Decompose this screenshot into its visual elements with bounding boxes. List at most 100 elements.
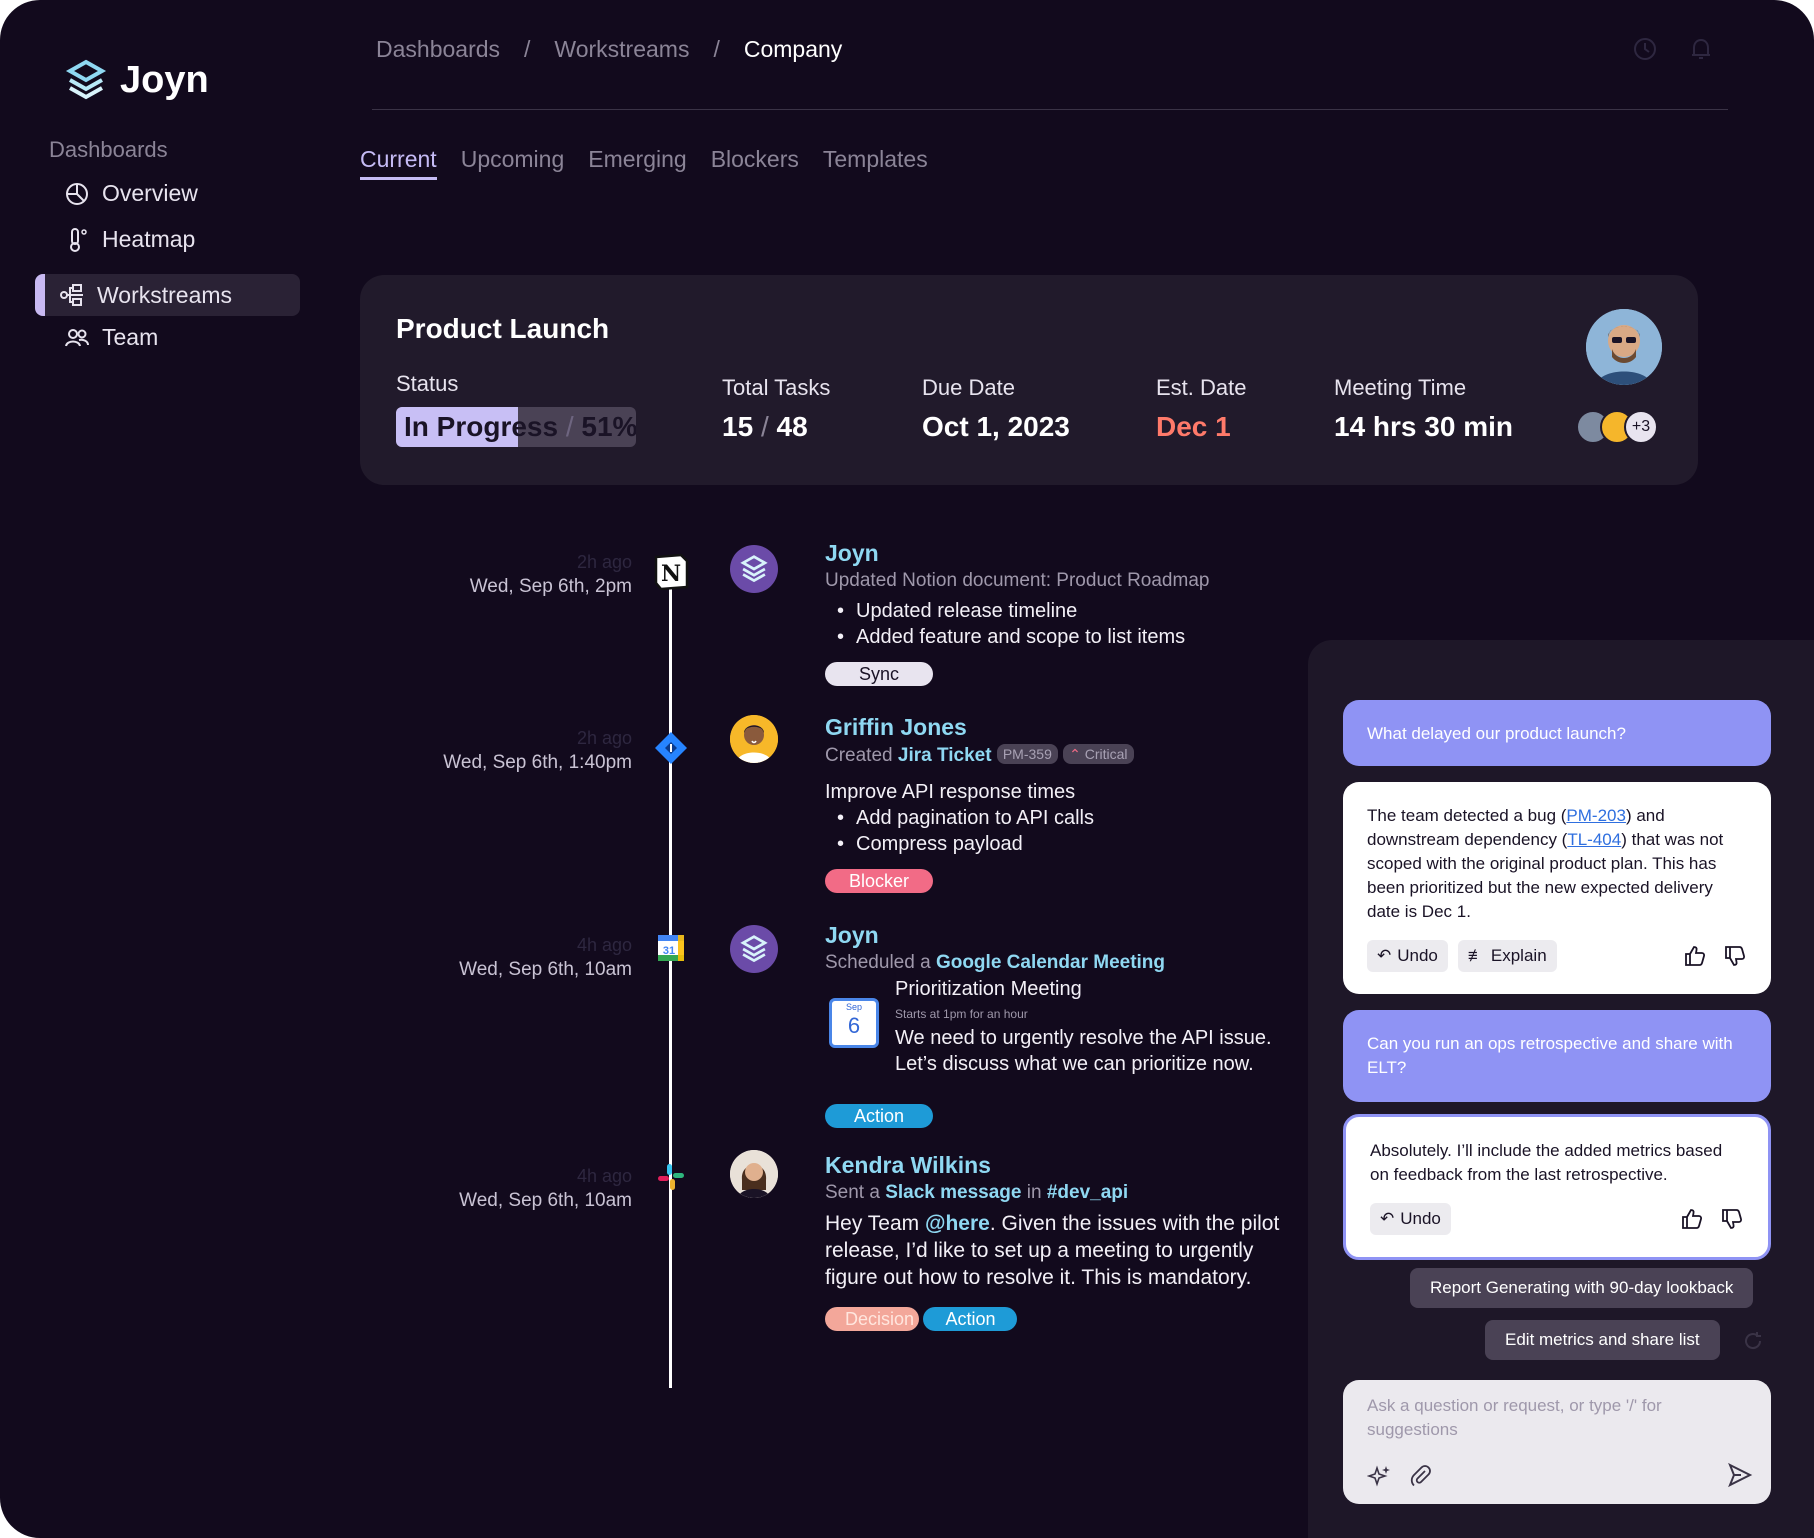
slack-channel-link[interactable]: #dev_api <box>1047 1182 1128 1203</box>
sidebar-item-heatmap[interactable]: Heatmap <box>64 226 195 253</box>
send-icon[interactable] <box>1727 1462 1753 1488</box>
person-avatar-icon <box>1586 309 1662 385</box>
user-message: Can you run an ops retrospective and sha… <box>1343 1010 1771 1102</box>
chat-input-placeholder: Ask a question or request, or type '/' f… <box>1367 1396 1662 1439</box>
breadcrumb-workstreams[interactable]: Workstreams <box>554 36 689 63</box>
logo[interactable]: Joyn <box>64 58 209 102</box>
thumbs-up-icon[interactable] <box>1680 1207 1704 1231</box>
event-author[interactable]: Griffin Jones <box>825 714 1305 741</box>
google-calendar-link[interactable]: Google Calendar Meeting <box>936 952 1165 973</box>
decision-tag[interactable]: Decision <box>825 1307 919 1331</box>
event-time-ago: 2h ago <box>576 552 632 572</box>
tab-upcoming[interactable]: Upcoming <box>461 146 565 180</box>
event-date: Wed, Sep 6th, 10am <box>459 1190 632 1211</box>
sparkle-icon[interactable] <box>1367 1464 1391 1488</box>
tab-blockers[interactable]: Blockers <box>711 146 799 180</box>
tasks-total: 48 <box>776 411 808 442</box>
pm-203-link[interactable]: PM-203 <box>1566 806 1626 825</box>
action-tag[interactable]: Action <box>825 1104 933 1128</box>
event-summary-prefix: Created <box>825 745 893 766</box>
total-tasks-label: Total Tasks <box>722 375 831 400</box>
meeting-time-value: 14 hrs 30 min <box>1334 411 1513 442</box>
refresh-icon[interactable] <box>1742 1330 1764 1352</box>
suggestion-edit-metrics-button[interactable]: Edit metrics and share list <box>1485 1320 1720 1360</box>
owner-avatar[interactable] <box>1586 309 1662 385</box>
timeline-event[interactable]: Joyn Scheduled a Google Calendar Meeting… <box>825 922 1305 1128</box>
sidebar-item-workstreams[interactable]: Workstreams <box>35 274 300 316</box>
sidebar-item-overview[interactable]: Overview <box>64 180 198 207</box>
chat-input[interactable]: Ask a question or request, or type '/' f… <box>1343 1380 1771 1504</box>
est-date-label: Est. Date <box>1156 375 1247 400</box>
assistant-chat-panel: What delayed our product launch? The tea… <box>1308 640 1814 1538</box>
sidebar-item-label: Heatmap <box>102 226 196 252</box>
history-icon[interactable] <box>1632 36 1658 62</box>
event-summary: Sent a Slack message in #dev_api <box>825 1182 1305 1204</box>
assistant-message-text: The team detected a bug (PM-203) and dow… <box>1367 804 1747 924</box>
status-text: In Progress <box>404 411 559 442</box>
assistant-message-text: Absolutely. I’ll include the added metri… <box>1370 1141 1723 1184</box>
workstream-card[interactable]: Product Launch Status In Progress / 51% … <box>360 275 1698 485</box>
event-summary: Updated Notion document: Product Roadmap <box>825 570 1210 591</box>
progress-text: In Progress / 51% <box>404 411 636 443</box>
timeline-event[interactable]: Joyn Updated Notion document: Product Ro… <box>825 540 1305 686</box>
joyn-logo-icon <box>65 59 107 100</box>
progress-bar: In Progress / 51% <box>396 407 636 447</box>
slack-message-link[interactable]: Slack message <box>885 1182 1021 1203</box>
calendar-date-icon: Sep 6 <box>829 998 879 1048</box>
breadcrumb-separator: / <box>713 36 720 62</box>
sidebar-item-team[interactable]: Team <box>64 324 158 351</box>
mention-here[interactable]: @here <box>925 1212 990 1235</box>
timeline-line <box>669 580 672 1388</box>
meeting-time: Starts at 1pm for an hour <box>895 1007 1028 1021</box>
event-summary-prefix: Sent a <box>825 1182 880 1203</box>
message-text-start: Hey Team <box>825 1212 925 1235</box>
jira-icon <box>652 729 690 767</box>
tab-emerging[interactable]: Emerging <box>588 146 686 180</box>
event-author[interactable]: Joyn <box>825 540 1305 567</box>
meeting-details[interactable]: Prioritization Meeting Starts at 1pm for… <box>895 978 1315 1077</box>
suggestion-report-button[interactable]: Report Generating with 90-day lookback <box>1410 1268 1754 1308</box>
meeting-title: Prioritization Meeting <box>895 978 1082 1000</box>
undo-button[interactable]: ↶ Undo <box>1370 1203 1451 1235</box>
priority-label: Critical <box>1084 746 1128 762</box>
tl-404-link[interactable]: TL-404 <box>1567 830 1621 849</box>
google-calendar-icon: 31 <box>652 929 690 967</box>
team-avatars[interactable]: +3 <box>1576 410 1658 444</box>
undo-button[interactable]: ↶ Undo <box>1367 940 1448 972</box>
slack-icon <box>652 1158 690 1196</box>
sync-tag[interactable]: Sync <box>825 662 933 686</box>
logo-text: Joyn <box>120 58 209 101</box>
timeline-event[interactable]: Griffin Jones Created Jira Ticket PM-359… <box>825 714 1305 893</box>
sidebar-item-label: Workstreams <box>97 281 233 308</box>
event-author[interactable]: Joyn <box>825 922 1305 949</box>
blocker-tag[interactable]: Blocker <box>825 869 933 893</box>
breadcrumb-company: Company <box>743 36 843 62</box>
status-label: Status <box>396 371 459 396</box>
tasks-done: 15 <box>722 411 754 442</box>
joyn-logo-icon <box>740 935 768 963</box>
progress-percent: 51% <box>581 411 636 442</box>
ticket-id-badge[interactable]: PM-359 <box>996 744 1058 764</box>
bell-icon[interactable] <box>1688 36 1714 62</box>
event-author[interactable]: Kendra Wilkins <box>825 1152 1305 1179</box>
jira-ticket-link[interactable]: Jira Ticket <box>898 745 992 766</box>
thumbs-down-icon[interactable] <box>1720 1207 1744 1231</box>
timeline-event[interactable]: Kendra Wilkins Sent a Slack message in #… <box>825 1152 1305 1331</box>
explain-label: Explain <box>1490 946 1547 965</box>
breadcrumb-dashboards[interactable]: Dashboards <box>376 36 500 63</box>
tab-templates[interactable]: Templates <box>823 146 928 180</box>
event-summary: Created Jira Ticket PM-359 ⌃ Critical <box>825 744 1305 767</box>
assistant-message: The team detected a bug (PM-203) and dow… <box>1343 782 1771 994</box>
paperclip-icon[interactable] <box>1409 1464 1433 1488</box>
thumbs-down-icon[interactable] <box>1723 944 1747 968</box>
status-separator: / <box>565 411 574 442</box>
header-actions <box>1632 36 1714 62</box>
event-summary-prefix: Scheduled a <box>825 952 931 973</box>
explain-button[interactable]: ≢ Explain <box>1457 940 1557 972</box>
people-icon <box>65 328 89 346</box>
total-tasks-value: 15 / 48 <box>722 411 808 443</box>
tab-current[interactable]: Current <box>360 146 437 180</box>
person-avatar-icon <box>730 715 778 763</box>
thumbs-up-icon[interactable] <box>1683 944 1707 968</box>
action-tag[interactable]: Action <box>923 1307 1018 1331</box>
